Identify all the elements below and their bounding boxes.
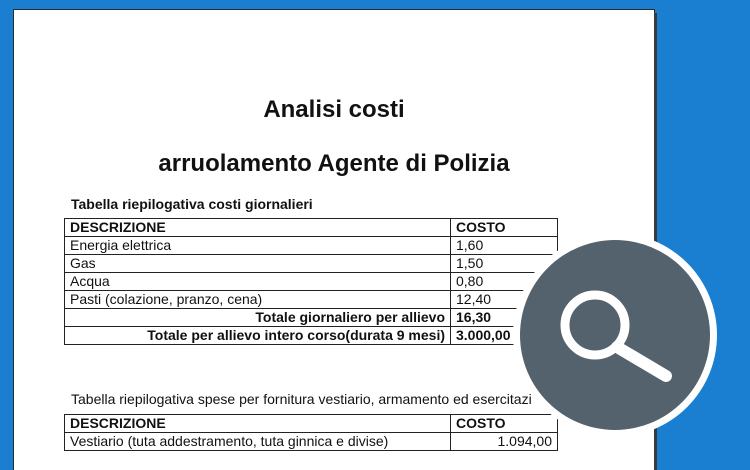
table-row: Pasti (colazione, pranzo, cena) 12,40 <box>64 290 558 309</box>
row-description: Acqua <box>64 272 451 291</box>
header-cost: COSTO <box>450 218 558 237</box>
table-row: Energia elettrica 1,60 <box>64 236 558 255</box>
search-icon <box>560 290 672 382</box>
row-description: Vestiario (tuta addestramento, tuta ginn… <box>64 432 451 451</box>
total-label: Totale giornaliero per allievo <box>64 308 451 327</box>
row-description: Pasti (colazione, pranzo, cena) <box>64 290 451 309</box>
table-row: Acqua 0,80 <box>64 272 558 291</box>
table-row: Gas 1,50 <box>64 254 558 273</box>
daily-costs-table: DESCRIZIONE COSTO Energia elettrica 1,60… <box>64 218 558 345</box>
document-subtitle: arruolamento Agente di Polizia <box>158 150 510 177</box>
document-title: Analisi costi <box>263 96 405 123</box>
section-title-daily-costs: Tabella riepilogativa costi giornalieri <box>71 196 313 212</box>
total-label: Totale per allievo intero corso(durata 9… <box>64 326 451 345</box>
zoom-button[interactable] <box>520 240 710 430</box>
supplies-costs-table: DESCRIZIONE COSTO Vestiario (tuta addest… <box>64 414 558 451</box>
row-description: Gas <box>64 254 451 273</box>
header-description: DESCRIZIONE <box>64 414 451 433</box>
row-description: Energia elettrica <box>64 236 451 255</box>
table-header-row: DESCRIZIONE COSTO <box>64 414 558 433</box>
row-cost: 1.094,00 <box>450 432 558 451</box>
total-row-daily: Totale giornaliero per allievo 16,30 <box>64 308 558 327</box>
section-title-supplies: Tabella riepilogativa spese per fornitur… <box>71 391 532 407</box>
table-row: Vestiario (tuta addestramento, tuta ginn… <box>64 432 558 451</box>
total-row-course: Totale per allievo intero corso(durata 9… <box>64 326 558 345</box>
header-description: DESCRIZIONE <box>64 218 451 237</box>
table-header-row: DESCRIZIONE COSTO <box>64 218 558 237</box>
